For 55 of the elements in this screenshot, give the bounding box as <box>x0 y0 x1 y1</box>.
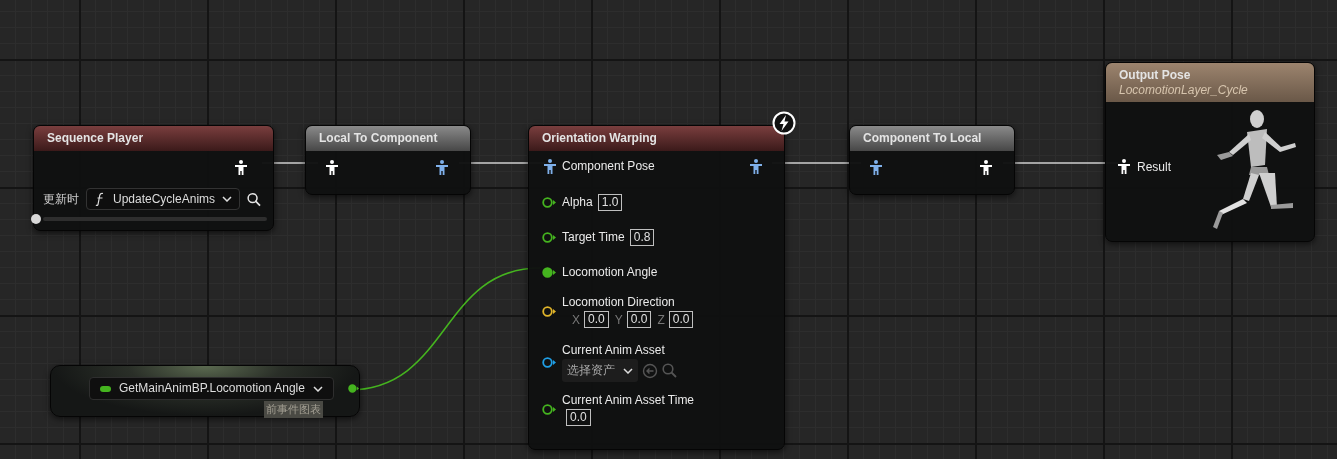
caret-icon <box>222 196 233 202</box>
axis-label: Y <box>614 312 623 327</box>
pin-label: Locomotion Direction <box>562 295 675 309</box>
pin-circle-icon[interactable] <box>542 357 556 368</box>
axis-label: Z <box>657 312 665 327</box>
pose-pin-icon[interactable] <box>326 160 338 175</box>
pin-label: Current Anim Asset <box>562 343 665 357</box>
pin-circle-icon[interactable] <box>542 196 556 208</box>
pose-pin-icon[interactable] <box>980 160 992 175</box>
pin-circle-icon[interactable] <box>542 266 556 278</box>
pin-circle-icon[interactable] <box>542 306 556 317</box>
context-label: 前事件图表 <box>264 401 323 418</box>
node-title: Sequence Player <box>47 131 145 146</box>
pin-circle-icon[interactable] <box>542 404 556 415</box>
search-icon[interactable] <box>247 191 261 207</box>
graph-node[interactable]: Component To Local <box>849 125 1015 195</box>
axis-label: X <box>572 312 580 327</box>
pose-pin-icon[interactable] <box>544 159 556 174</box>
node-subtitle: LocomotionLayer_Cycle <box>1119 83 1249 98</box>
pin-label: Target Time <box>562 230 625 244</box>
graph-node[interactable]: Sequence Player 更新时 UpdateCycleAnims <box>33 125 274 231</box>
graph-node[interactable]: Orientation Warping Component Pose Alpha 1.0 Target Time 0.8 Locomotion Angle Locomotion Direction X 0.0 Y 0.0 Z 0.0 Current Anim Asset 选择资产 Current Anim Asset Time 0.0 <box>528 125 785 450</box>
pose-pin-icon[interactable] <box>1118 159 1130 174</box>
value-field[interactable]: 1.0 <box>597 193 623 211</box>
function-icon <box>94 192 106 206</box>
pose-pin-icon[interactable] <box>870 160 882 175</box>
pin-label: Alpha <box>562 195 593 209</box>
graph-node[interactable]: GetMainAnimBP.Locomotion Angle 前事件图表 <box>50 365 360 417</box>
pin-circle-icon[interactable] <box>347 383 359 394</box>
graph-node[interactable]: Local To Component <box>305 125 471 195</box>
node-title: Component To Local <box>863 131 983 146</box>
caret-icon <box>623 367 633 374</box>
variable-dropdown[interactable]: GetMainAnimBP.Locomotion Angle <box>89 377 334 400</box>
value-field[interactable]: 0.0 <box>566 409 591 426</box>
value-field[interactable]: 0.0 <box>668 311 694 328</box>
value-field[interactable]: 0.0 <box>584 311 609 328</box>
node-title: Local To Component <box>319 131 439 146</box>
function-dropdown[interactable]: UpdateCycleAnims <box>86 188 241 210</box>
slider-thumb[interactable] <box>31 214 41 224</box>
pin-label: Component Pose <box>562 159 656 173</box>
update-label: 更新时 <box>43 190 79 208</box>
value-field[interactable]: 0.8 <box>629 228 655 246</box>
caret-icon <box>312 385 323 392</box>
graph-node[interactable]: Output Pose LocomotionLayer_Cycle Result <box>1105 62 1315 242</box>
node-title: Orientation Warping <box>542 131 658 146</box>
pin-circle-icon[interactable] <box>542 231 556 243</box>
pose-pin-icon[interactable] <box>436 160 448 175</box>
node-title: Output Pose <box>1119 68 1192 83</box>
asset-dropdown[interactable]: 选择资产 <box>562 359 638 382</box>
pin-label: Result <box>1137 159 1171 174</box>
pin-label: Locomotion Angle <box>562 265 658 279</box>
pose-pin-icon[interactable] <box>750 159 762 174</box>
value-field[interactable]: 0.0 <box>626 311 652 328</box>
pin-label: Current Anim Asset Time <box>562 393 695 407</box>
pose-pin-icon[interactable] <box>235 159 247 175</box>
